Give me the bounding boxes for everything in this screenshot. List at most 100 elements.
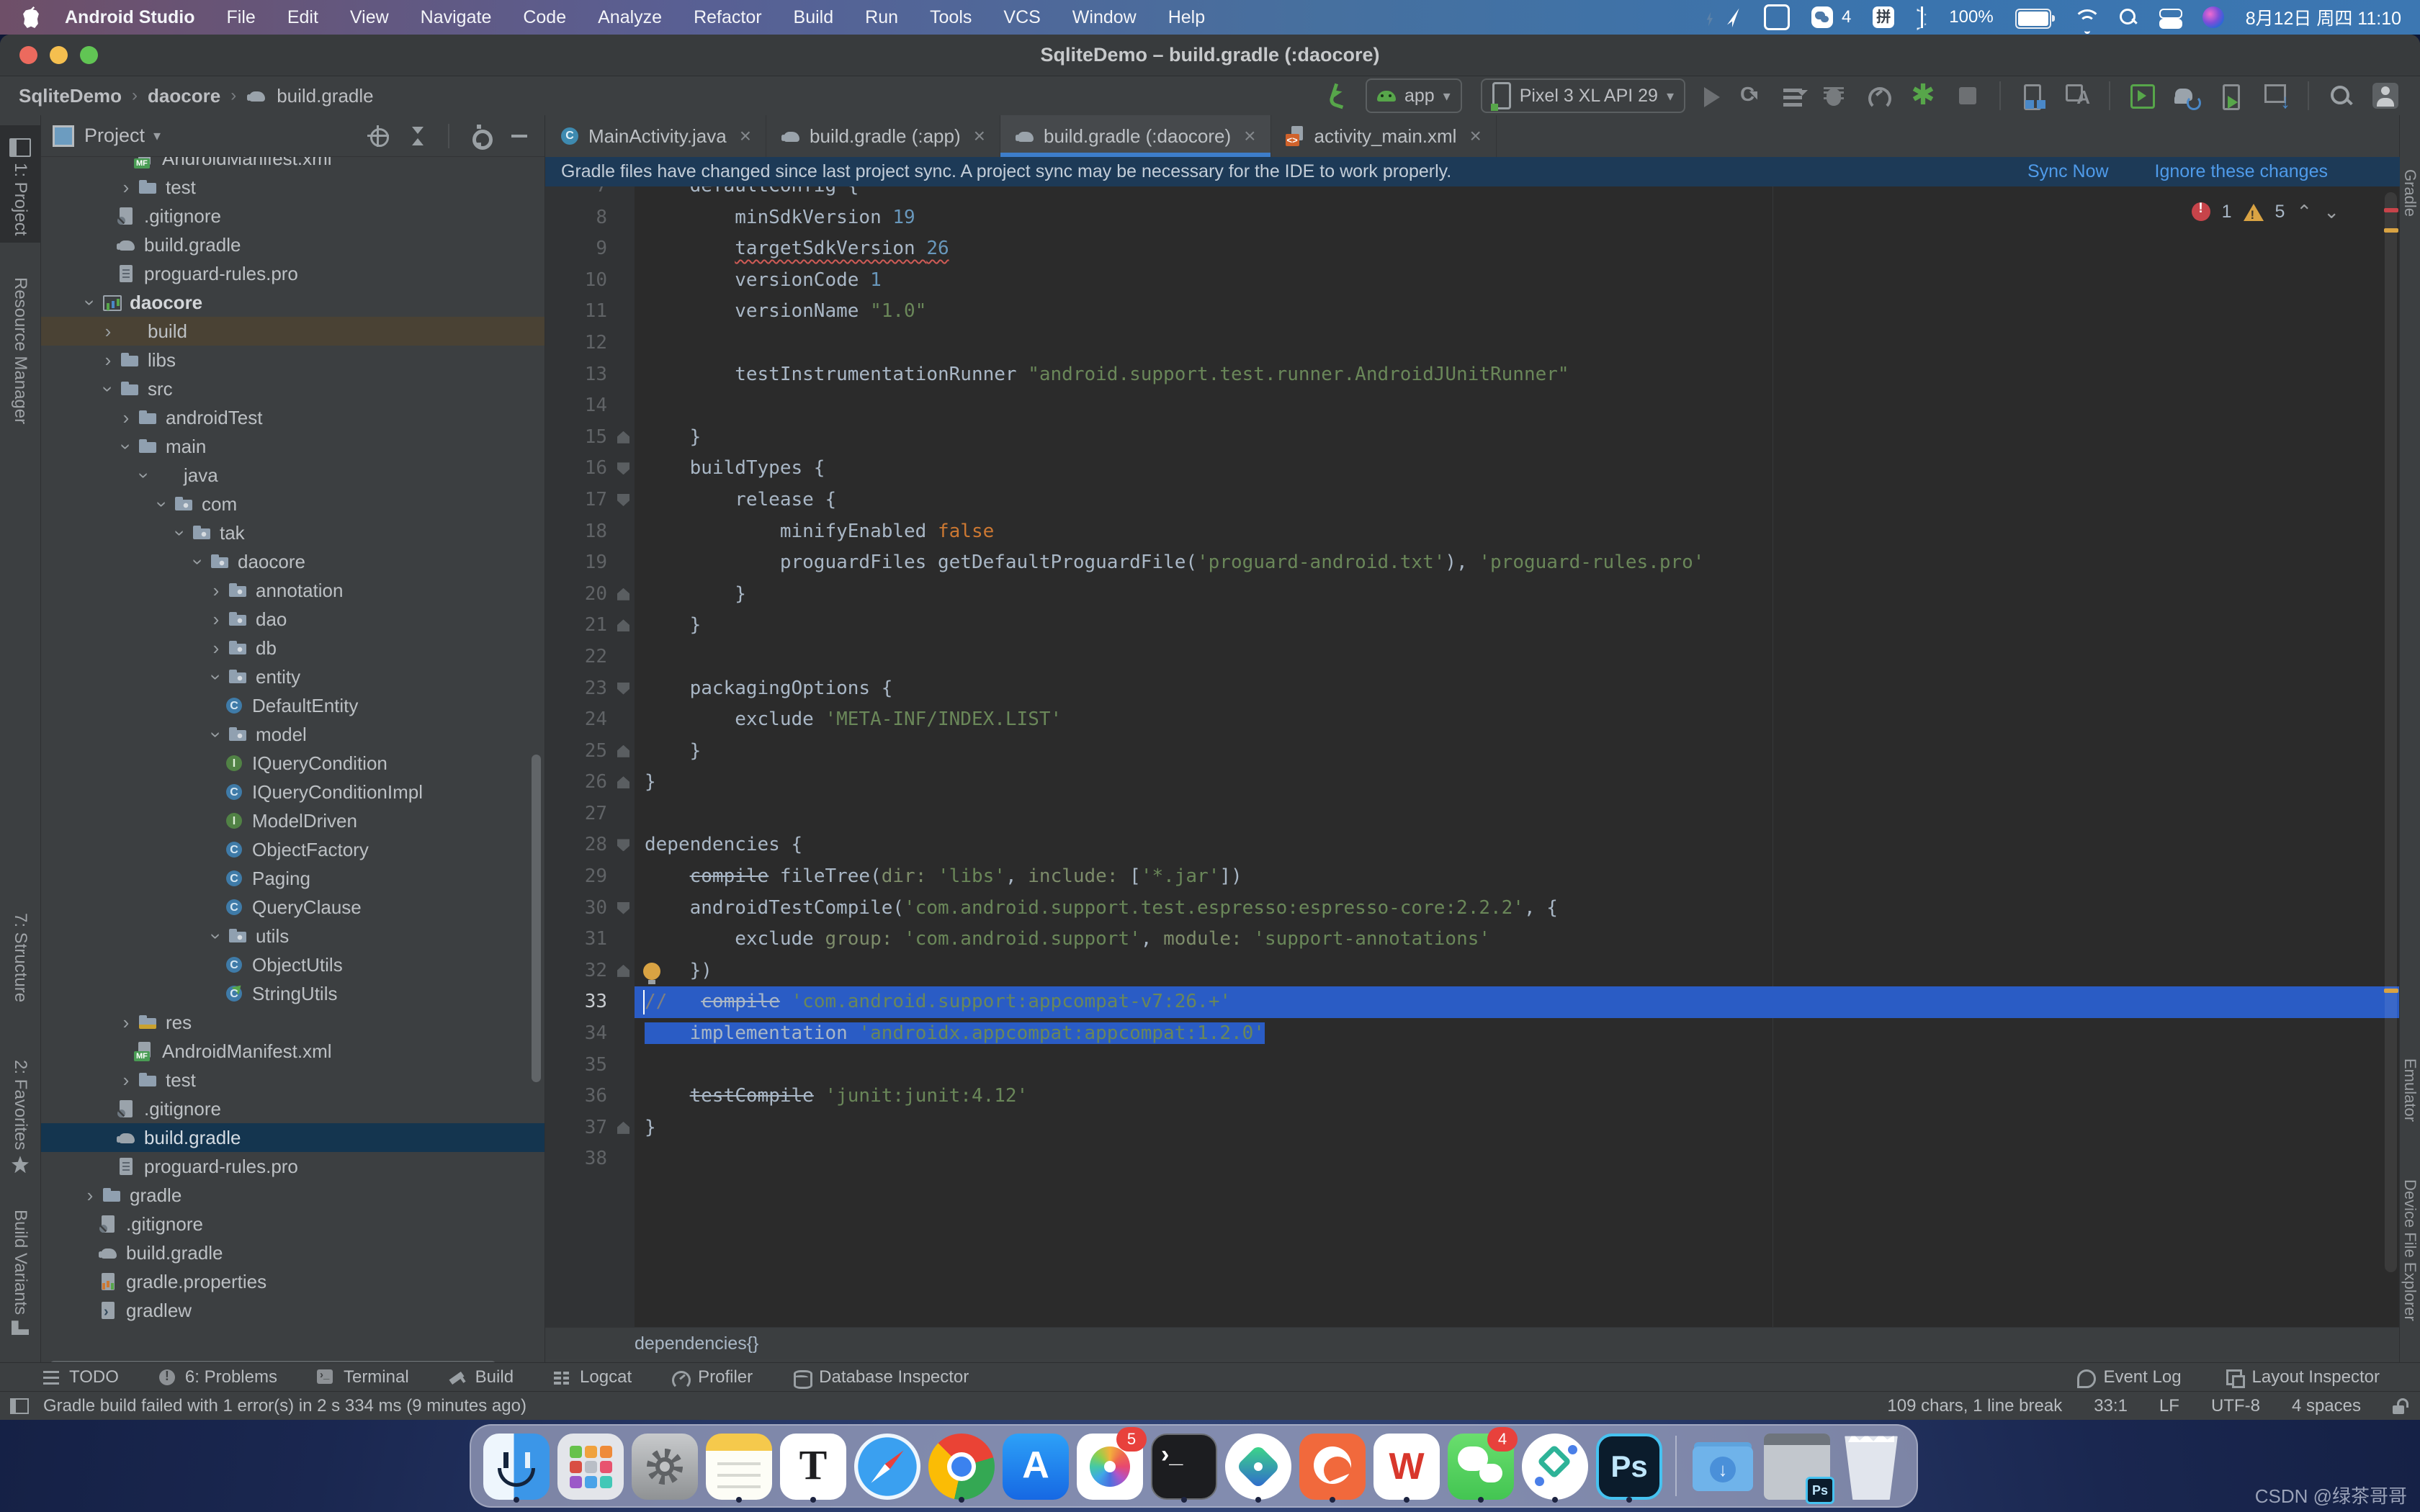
tree-item-libs[interactable]: ›libs <box>41 346 544 374</box>
menu-vcs[interactable]: VCS <box>1003 7 1040 28</box>
menu-code[interactable]: Code <box>523 7 566 28</box>
tree-item-gradle[interactable]: ›gradle <box>41 1181 544 1210</box>
line-number[interactable]: 24 <box>545 704 614 736</box>
tree-item-build-gradle[interactable]: build.gradle <box>41 1123 544 1152</box>
tree-item-androidmanifest-xml[interactable]: AndroidManifest.xml <box>41 157 544 173</box>
line-number[interactable]: 25 <box>545 736 614 768</box>
tree-item-stringutils[interactable]: StringUtils <box>41 979 544 1008</box>
fold-marker-icon[interactable] <box>614 767 635 798</box>
play-icon[interactable] <box>1704 87 1720 107</box>
line-number[interactable]: 16 <box>545 453 614 485</box>
tree-item-test[interactable]: ›test <box>41 1066 544 1094</box>
menu-file[interactable]: File <box>227 7 256 28</box>
sync-now-link[interactable]: Sync Now <box>2027 161 2109 182</box>
error-stripe-mark[interactable] <box>2384 208 2398 212</box>
tool-window-button-database-inspector[interactable]: Database Inspector <box>792 1367 969 1387</box>
dock-notes[interactable] <box>705 1428 773 1503</box>
code-line-31[interactable]: 31 exclude group: 'com.android.support',… <box>545 924 2400 955</box>
code-line-16[interactable]: 16 buildTypes { <box>545 453 2400 485</box>
tree-item-model[interactable]: ›model <box>41 720 544 749</box>
dock-chrome[interactable] <box>928 1428 995 1503</box>
line-number[interactable]: 33 <box>545 986 614 1018</box>
run-config-selector[interactable]: app ▾ <box>1366 78 1462 113</box>
line-number[interactable]: 19 <box>545 547 614 579</box>
tree-item-proguard-rules-pro[interactable]: proguard-rules.pro <box>41 1152 544 1181</box>
line-number[interactable]: 20 <box>545 579 614 611</box>
tool-strip-resource-manager[interactable]: Resource Manager <box>0 277 40 424</box>
sdk-manager-icon[interactable] <box>2263 83 2289 109</box>
word-icon[interactable] <box>1764 4 1790 30</box>
caret-position[interactable]: 33:1 <box>2094 1396 2128 1416</box>
tab-activity-main-xml[interactable]: activity_main.xml× <box>1271 115 1497 157</box>
fold-marker-icon[interactable] <box>614 1112 635 1144</box>
dock-settings[interactable] <box>631 1428 699 1503</box>
dock-downloads[interactable] <box>1689 1428 1757 1503</box>
code-line-9[interactable]: 9 targetSdkVersion 26 <box>545 233 2400 265</box>
line-number[interactable]: 13 <box>545 359 614 391</box>
fold-marker-icon[interactable] <box>614 736 635 768</box>
chevron-down-icon[interactable]: ▾ <box>153 127 161 145</box>
tool-window-button-6-problems[interactable]: 6: Problems <box>158 1367 277 1387</box>
dock-wechat[interactable]: 4 <box>1447 1428 1515 1503</box>
tree-item-gitignore[interactable]: .gitignore <box>41 202 544 230</box>
stop-icon[interactable] <box>1955 83 1981 109</box>
code-editor[interactable]: 7 defaultConfig {8 minSdkVersion 199 tar… <box>545 186 2400 1327</box>
menu-navigate[interactable]: Navigate <box>421 7 492 28</box>
unlock-icon[interactable] <box>2393 1398 2406 1414</box>
wifi-icon[interactable] <box>2073 8 2097 27</box>
close-tab-icon[interactable]: × <box>974 125 985 148</box>
avatar-icon[interactable] <box>2372 83 2398 109</box>
line-number[interactable]: 9 <box>545 233 614 265</box>
tool-strip-device-file-explorer[interactable]: Device File Explorer <box>2400 1179 2420 1321</box>
fold-marker-icon[interactable] <box>614 485 635 516</box>
code-line-37[interactable]: 37} <box>545 1112 2400 1144</box>
tree-item-tak[interactable]: ›tak <box>41 518 544 547</box>
project-tree[interactable]: AndroidManifest.xml›test.gitignorebuild.… <box>41 157 544 1381</box>
expand-arrow-icon[interactable]: › <box>115 176 137 199</box>
dock-android-studio[interactable] <box>1224 1428 1292 1503</box>
dock-photos[interactable]: 5 <box>1076 1428 1144 1503</box>
tool-window-button-event-log[interactable]: Event Log <box>2076 1367 2181 1387</box>
expand-arrow-icon[interactable]: › <box>205 580 227 602</box>
tree-item-gitignore[interactable]: .gitignore <box>41 1210 544 1238</box>
tree-item-gradlew[interactable]: gradlew <box>41 1296 544 1325</box>
tree-item-com[interactable]: ›com <box>41 490 544 518</box>
code-line-11[interactable]: 11 versionName "1.0" <box>545 296 2400 328</box>
tree-item-build-gradle[interactable]: build.gradle <box>41 1238 544 1267</box>
line-number[interactable]: 30 <box>545 893 614 924</box>
line-number[interactable]: 37 <box>545 1112 614 1144</box>
pinyin-icon[interactable]: 拼 <box>1873 6 1894 28</box>
indent-setting[interactable]: 4 spaces <box>2292 1396 2361 1416</box>
tool-window-button-terminal[interactable]: Terminal <box>316 1367 409 1387</box>
tool-strip-2-favorites[interactable]: 2: Favorites <box>0 1060 40 1179</box>
tree-item-defaultentity[interactable]: DefaultEntity <box>41 691 544 720</box>
expand-arrow-icon[interactable]: › <box>97 320 119 343</box>
line-number[interactable]: 11 <box>545 296 614 328</box>
search-everywhere-icon[interactable] <box>2328 83 2354 109</box>
code-line-13[interactable]: 13 testInstrumentationRunner "android.su… <box>545 359 2400 391</box>
code-line-12[interactable]: 12 <box>545 328 2400 359</box>
line-number[interactable]: 7 <box>545 186 614 202</box>
fold-marker-icon[interactable] <box>614 579 635 611</box>
tool-window-toggle-icon[interactable] <box>10 1398 29 1414</box>
prev-issue-icon[interactable]: ⌃ <box>2296 201 2312 223</box>
device-selector[interactable]: Pixel 3 XL API 29 ▾ <box>1481 78 1685 113</box>
tool-window-button-todo[interactable]: TODO <box>42 1367 119 1387</box>
tree-item-gradle-properties[interactable]: gradle.properties <box>41 1267 544 1296</box>
tool-strip-build-variants[interactable]: Build Variants <box>0 1210 40 1341</box>
code-line-30[interactable]: 30 androidTestCompile('com.android.suppo… <box>545 893 2400 924</box>
breadcrumb-file[interactable]: build.gradle <box>277 85 373 107</box>
menu-help[interactable]: Help <box>1168 7 1205 28</box>
make-project-icon[interactable] <box>1325 84 1347 108</box>
code-line-38[interactable]: 38 <box>545 1143 2400 1175</box>
line-number[interactable]: 22 <box>545 642 614 673</box>
code-line-27[interactable]: 27 <box>545 798 2400 830</box>
location-icon[interactable] <box>1723 4 1747 30</box>
tree-item-dao[interactable]: ›dao <box>41 605 544 634</box>
code-line-24[interactable]: 24 exclude 'META-INF/INDEX.LIST' <box>545 704 2400 736</box>
menu-window[interactable]: Window <box>1072 7 1137 28</box>
attach-profiler-icon[interactable] <box>1910 83 1936 109</box>
tree-item-paging[interactable]: Paging <box>41 864 544 893</box>
code-line-19[interactable]: 19 proguardFiles getDefaultProguardFile(… <box>545 547 2400 579</box>
line-separator[interactable]: LF <box>2159 1396 2179 1416</box>
